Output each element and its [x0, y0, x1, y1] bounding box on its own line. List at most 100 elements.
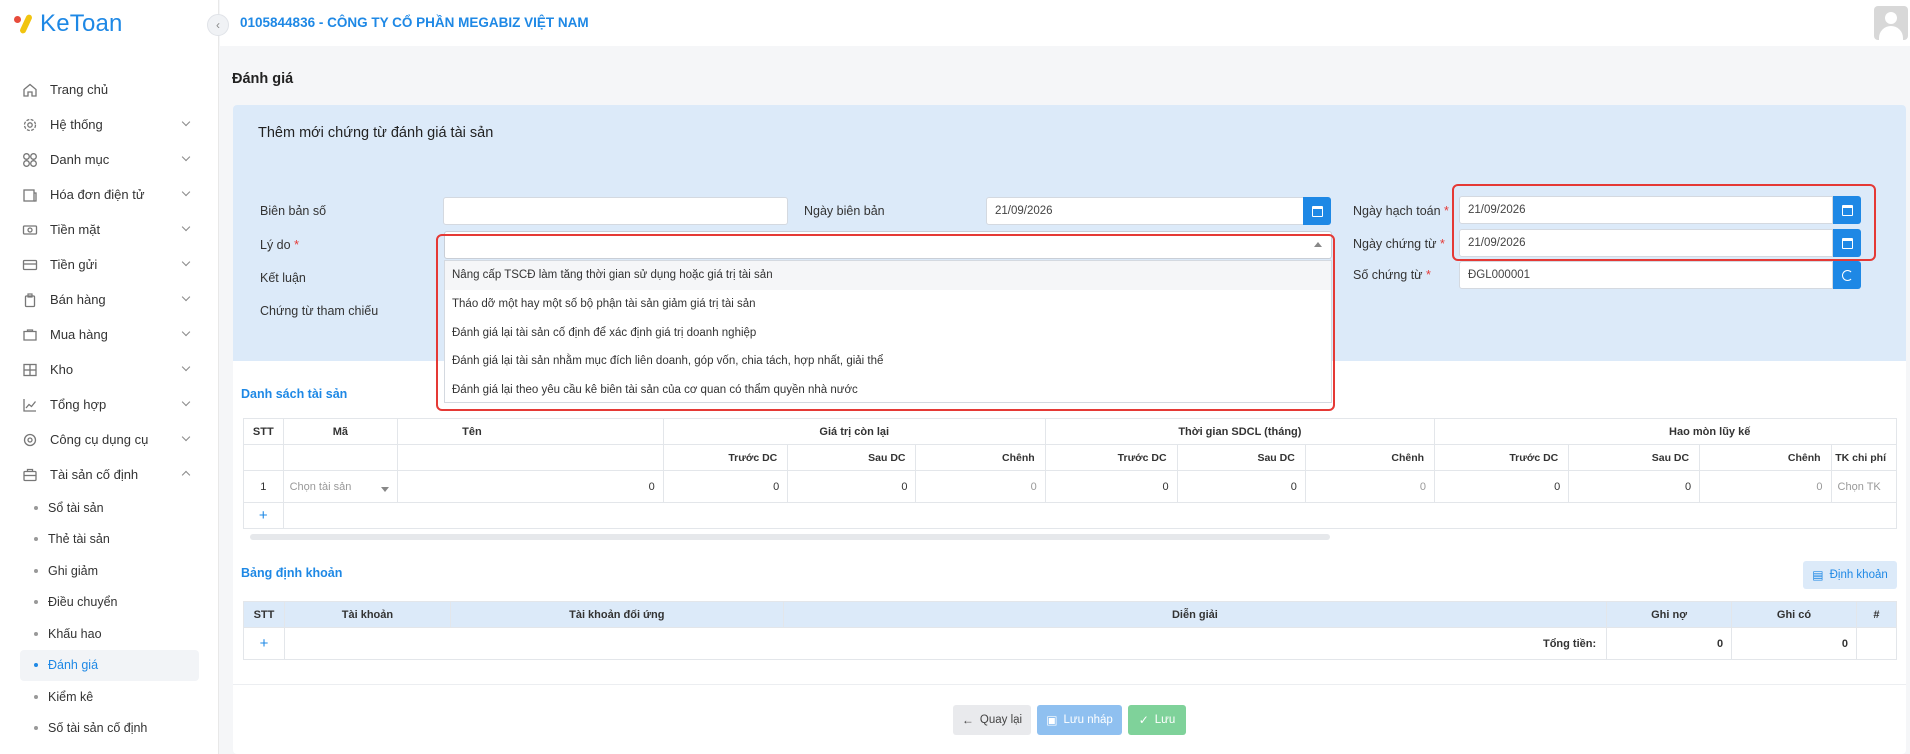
- cart-icon: [22, 327, 38, 343]
- col-stt: STT: [243, 418, 284, 445]
- ket-luan-label: Kết luận: [260, 271, 306, 285]
- refresh-icon: [1841, 269, 1853, 281]
- sidebar-item-label: Tài sản cố định: [50, 467, 139, 482]
- back-button[interactable]: ← Quay lại: [953, 705, 1031, 735]
- assets-section-title: Danh sách tài sản: [241, 387, 348, 401]
- sidebar-item-kho[interactable]: Kho: [0, 352, 219, 387]
- sub-item-label: Sổ tài sản: [48, 500, 104, 515]
- sub-item-danh-gia[interactable]: Đánh giá: [20, 649, 199, 681]
- chevron-down-icon: [181, 222, 191, 232]
- bullet-icon: [34, 663, 38, 668]
- col-hash: #: [1855, 601, 1898, 628]
- subcol-hm-truoc: Trước DC: [1434, 444, 1570, 471]
- add-entry-row-button[interactable]: +: [243, 627, 285, 660]
- sub-item-kiem-ke[interactable]: Kiểm kê: [0, 681, 219, 713]
- sidebar-item-cong-cu[interactable]: Công cụ dụng cụ: [0, 422, 219, 457]
- sidebar-item-mua-hang[interactable]: Mua hàng: [0, 317, 219, 352]
- hm-sau-cell[interactable]: 0: [1434, 470, 1570, 503]
- ngay-bien-ban-label: Ngày biên bản: [804, 204, 885, 218]
- sidebar-item-label: Bán hàng: [50, 292, 106, 307]
- col-ma: Mã: [282, 418, 399, 445]
- bullet-icon: [34, 505, 38, 510]
- logo-text: KeToan: [40, 10, 123, 37]
- bullet-icon: [34, 568, 38, 573]
- col-dien-giai: Diễn giải: [782, 601, 1608, 628]
- bullet-icon: [34, 694, 38, 699]
- horizontal-scrollbar[interactable]: [250, 534, 1330, 540]
- col-tai-khoan: Tài khoản: [283, 601, 451, 628]
- hm-truoc-cell: 0: [1304, 470, 1436, 503]
- chevron-down-icon: [181, 257, 191, 267]
- grid-icon: [22, 152, 38, 168]
- tk-chi-phi-select[interactable]: Chọn TK: [1830, 470, 1898, 503]
- hm-chenh-cell[interactable]: 0: [1568, 470, 1701, 503]
- tg-sau-cell[interactable]: 0: [1044, 470, 1178, 503]
- entries-section-title: Bảng định khoản: [241, 566, 343, 580]
- sidebar-menu: Trang chủ Hệ thống Danh mục Hóa đơn điện…: [0, 72, 219, 744]
- add-asset-row-button[interactable]: +: [243, 502, 284, 529]
- chevron-down-icon: [181, 362, 191, 372]
- sidebar-collapse-button[interactable]: ‹: [207, 14, 229, 36]
- sub-item-dieu-chuyen[interactable]: Điều chuyển: [0, 587, 219, 619]
- subcol-hm-chenh: Chênh: [1699, 444, 1832, 471]
- sub-item-khau-hao[interactable]: Khấu hao: [0, 618, 219, 650]
- so-chung-tu-input[interactable]: ĐGL000001: [1459, 261, 1833, 289]
- sidebar-item-hoa-don[interactable]: Hóa đơn điện tử: [0, 177, 219, 212]
- sub-item-ghi-giam[interactable]: Ghi giảm: [0, 555, 219, 587]
- sidebar-item-label: Công cụ dụng cụ: [50, 432, 149, 447]
- chevron-down-icon: [181, 432, 191, 442]
- sub-item-so-tscd[interactable]: Số tài sản cố định: [0, 713, 219, 745]
- floppy-icon: ▣: [1046, 713, 1058, 727]
- sub-item-the-tai-san[interactable]: Thẻ tài sản: [0, 524, 219, 556]
- table-row: 1 Chọn tài sản 0 0 0 0 0 0 0 0 0 0 Chọn …: [243, 470, 1898, 503]
- asset-icon: [22, 467, 38, 483]
- sidebar-item-tien-gui[interactable]: Tiền gửi: [0, 247, 219, 282]
- sub-item-label: Khấu hao: [48, 626, 102, 641]
- tg-chenh-cell[interactable]: 0: [1176, 470, 1306, 503]
- col-tk-doi-ung: Tài khoản đối ứng: [449, 601, 784, 628]
- sidebar-item-he-thong[interactable]: Hệ thống: [0, 107, 219, 142]
- col-ten: Tên: [397, 418, 664, 445]
- ngay-chung-tu-label: Ngày chứng từ *: [1353, 237, 1445, 251]
- so-chung-tu-refresh-button[interactable]: [1833, 261, 1861, 289]
- ngay-bien-ban-calendar-button[interactable]: [1303, 197, 1331, 225]
- sidebar-item-trang-chu[interactable]: Trang chủ: [0, 72, 219, 107]
- arrow-left-icon: ←: [961, 713, 974, 727]
- submenu-tai-san: Sổ tài sản Thẻ tài sản Ghi giảm Điều chu…: [0, 492, 219, 744]
- asset-select[interactable]: Chọn tài sản: [282, 470, 399, 503]
- entries-table: STT Tài khoản Tài khoản đối ứng Diễn giả…: [243, 601, 1898, 660]
- col-ghi-co: Ghi có: [1731, 601, 1857, 628]
- chevron-left-icon: ‹: [216, 18, 220, 32]
- check-icon: ✓: [1138, 713, 1149, 727]
- so-chung-tu-label: Số chứng từ *: [1353, 268, 1431, 282]
- sidebar-item-tien-mat[interactable]: Tiền mặt: [0, 212, 219, 247]
- chung-tu-tham-chieu-label: Chứng từ tham chiếu: [260, 304, 379, 318]
- chart-icon: [22, 397, 38, 413]
- divider: [233, 684, 1906, 685]
- sub-item-so-tai-san[interactable]: Sổ tài sản: [0, 492, 219, 524]
- ly-do-label: Lý do *: [260, 238, 299, 252]
- form-title: Thêm mới chứng từ đánh giá tài sản: [258, 125, 494, 141]
- avatar[interactable]: [1874, 6, 1908, 40]
- hm-chenh2-cell: 0: [1699, 470, 1832, 503]
- sidebar-item-label: Tiền gửi: [50, 257, 98, 272]
- gtcl-sau-cell[interactable]: 0: [662, 470, 789, 503]
- sidebar-item-tai-san-co-dinh[interactable]: Tài sản cố định: [0, 457, 219, 492]
- sidebar-item-label: Tổng hợp: [50, 397, 107, 412]
- chevron-down-icon: [181, 117, 191, 127]
- subcol-gtcl-sau: Sau DC: [787, 444, 917, 471]
- gtcl-truoc-cell[interactable]: 0: [397, 470, 664, 503]
- ngay-bien-ban-input[interactable]: 21/09/2026: [986, 197, 1304, 225]
- app-logo[interactable]: KeToan: [14, 10, 123, 38]
- sidebar-item-ban-hang[interactable]: Bán hàng: [0, 282, 219, 317]
- highlight-date-fields: [1452, 184, 1876, 261]
- sidebar-item-label: Mua hàng: [50, 327, 108, 342]
- save-button[interactable]: ✓ Lưu: [1128, 705, 1186, 735]
- bien-ban-so-input[interactable]: [443, 197, 788, 225]
- sidebar-item-tong-hop[interactable]: Tổng hợp: [0, 387, 219, 422]
- sidebar: KeToan Trang chủ Hệ thống Danh mục Hóa đ…: [0, 0, 219, 754]
- save-draft-button[interactable]: ▣ Lưu nháp: [1037, 705, 1122, 735]
- dinh-khoan-button[interactable]: ▤ Định khoản: [1803, 561, 1897, 589]
- gtcl-chenh-cell: 0: [787, 470, 917, 503]
- sidebar-item-danh-muc[interactable]: Danh mục: [0, 142, 219, 177]
